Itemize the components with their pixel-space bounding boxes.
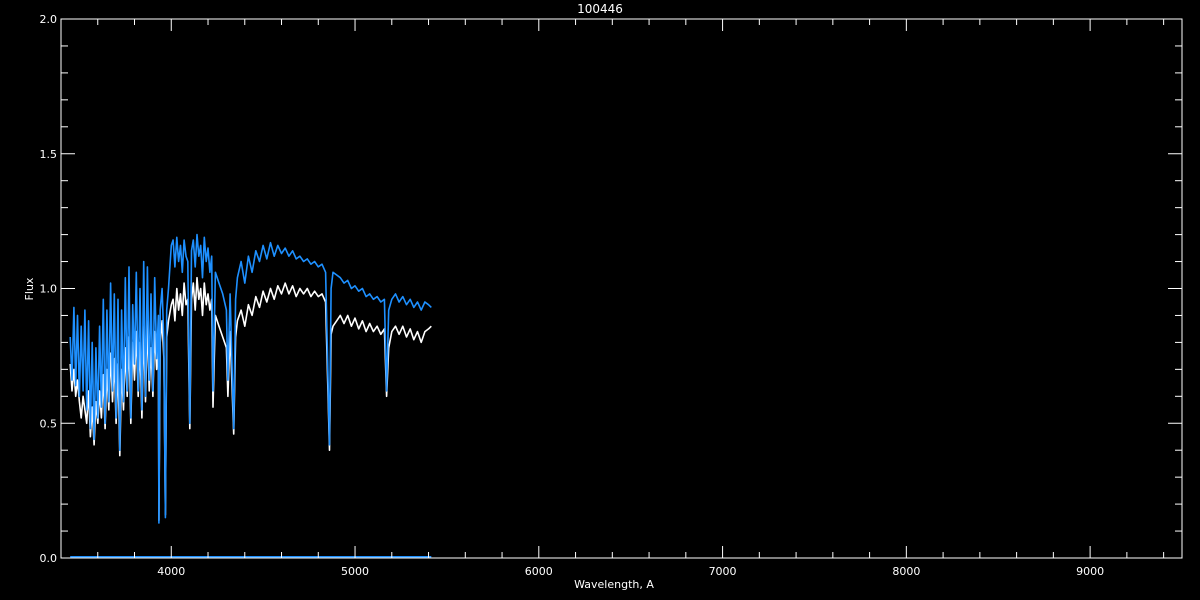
- x-tick-label: 9000: [1076, 565, 1104, 578]
- x-tick-label: 7000: [709, 565, 737, 578]
- spectrum-chart: 4000 5000 6000 7000 8000 90000.00.51.01.52.0 …: [0, 0, 1200, 600]
- y-tick-label: 0.0: [40, 552, 58, 565]
- x-axis-label: Wavelength, A: [574, 578, 654, 591]
- x-tick-label: 6000: [525, 565, 553, 578]
- x-tick-label: 4000: [157, 565, 185, 578]
- chart-title: 100446: [577, 2, 623, 16]
- x-tick-label: 8000: [892, 565, 920, 578]
- y-tick-label: 0.5: [40, 417, 58, 430]
- x-tick-label: 5000: [341, 565, 369, 578]
- y-axis-label: Flux: [23, 277, 36, 300]
- y-tick-label: 1.0: [40, 283, 58, 296]
- y-tick-label: 1.5: [40, 148, 58, 161]
- y-tick-label: 2.0: [40, 13, 58, 26]
